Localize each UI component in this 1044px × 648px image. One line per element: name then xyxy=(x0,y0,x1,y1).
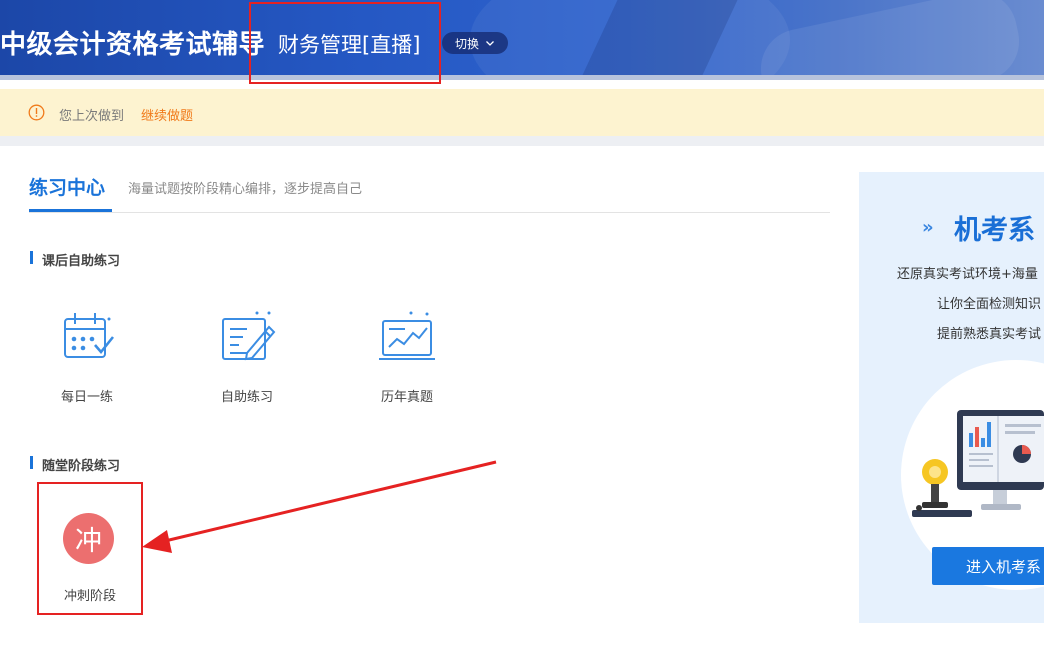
past-exams-tile[interactable]: 历年真题 xyxy=(357,307,457,405)
enter-computer-exam-button[interactable]: 进入机考系 xyxy=(932,547,1044,585)
tool-label: 每日一练 xyxy=(60,390,113,405)
annotation-highlight-box xyxy=(249,2,441,84)
daily-practice-tile[interactable]: 每日一练 xyxy=(37,307,137,405)
promo-line: 提前熟悉真实考试 xyxy=(937,327,1042,342)
computer-exam-promo: » 机考系 还原真实考试环境+海量 让你全面检测知识 提前熟悉真实考试 进入机考… xyxy=(859,172,1044,623)
switch-course-button[interactable]: 切换 xyxy=(442,32,508,54)
site-title: 中级会计资格考试辅导 xyxy=(0,30,266,60)
banner-strip xyxy=(0,75,1044,80)
sprint-stage-icon: 冲 xyxy=(63,513,114,564)
tab-practice-center[interactable]: 练习中心 xyxy=(29,173,105,200)
banner-decoration xyxy=(753,0,1027,75)
self-practice-tile[interactable]: 自助练习 xyxy=(197,307,297,405)
double-chevron-icon: » xyxy=(922,217,934,238)
divider xyxy=(29,212,830,213)
info-icon xyxy=(28,104,45,121)
sprint-stage-tile[interactable]: 冲 冲刺阶段 xyxy=(37,482,143,615)
chevron-down-icon xyxy=(486,41,494,46)
promo-line: 还原真实考试环境+海量 xyxy=(897,267,1038,282)
section-title-in-class: 随堂阶段练习 xyxy=(42,459,121,474)
section-marker xyxy=(30,456,33,469)
notice-text: 您上次做到 xyxy=(59,109,125,124)
trend-monitor-icon xyxy=(379,311,435,360)
tool-label: 历年真题 xyxy=(380,390,433,405)
tool-label: 自助练习 xyxy=(220,390,273,405)
continue-practice-link[interactable]: 继续做题 xyxy=(141,105,193,124)
promo-title: 机考系 xyxy=(954,215,1035,246)
section-divider xyxy=(0,136,1044,146)
section-marker xyxy=(30,251,33,264)
promo-line: 让你全面检测知识 xyxy=(937,297,1042,312)
practice-subtitle: 海量试题按阶段精心编排，逐步提高自己 xyxy=(128,182,363,197)
form-pencil-icon xyxy=(222,311,276,361)
computer-monitor-illustration xyxy=(912,410,1044,517)
stage-label: 冲刺阶段 xyxy=(63,589,116,604)
calendar-check-icon xyxy=(64,313,115,358)
section-title-after-class: 课后自助练习 xyxy=(42,254,121,269)
switch-label: 切换 xyxy=(454,36,479,51)
